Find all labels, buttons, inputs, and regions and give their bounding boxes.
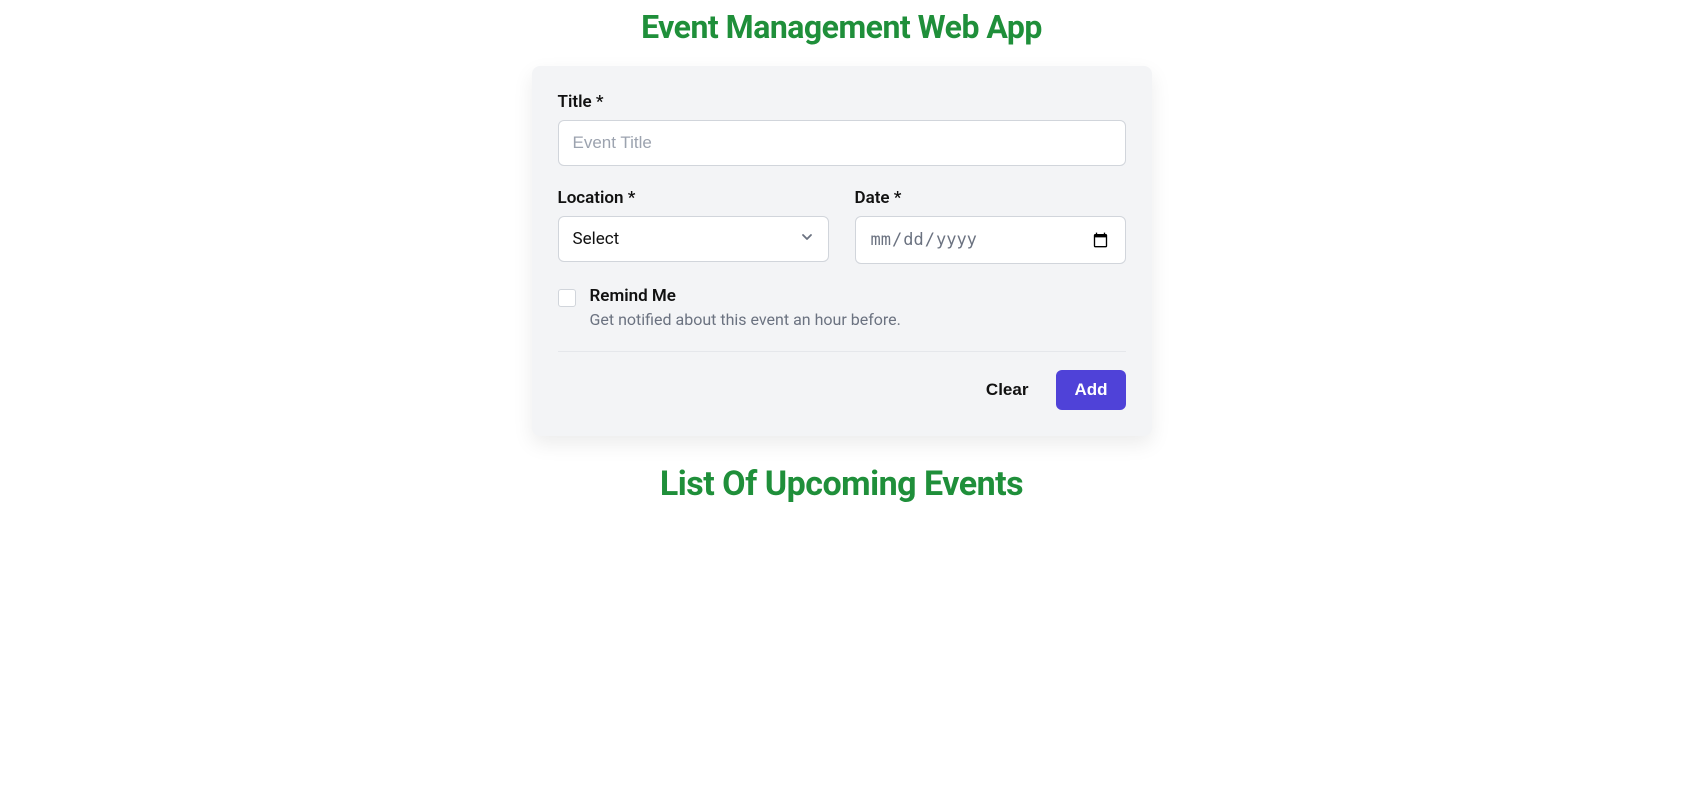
add-button[interactable]: Add [1056,370,1125,410]
date-input[interactable] [855,216,1126,264]
remind-label: Remind Me [590,286,901,306]
location-col: Location * Select [558,188,829,264]
date-label: Date * [855,188,1126,208]
event-form-card: Title * Location * Select Date * Remind … [532,66,1152,436]
location-label: Location * [558,188,829,208]
clear-button[interactable]: Clear [970,370,1045,410]
location-date-row: Location * Select Date * [558,188,1126,264]
location-select[interactable]: Select [558,216,829,262]
location-select-wrapper: Select [558,216,829,262]
title-label: Title * [558,92,1126,112]
form-divider [558,351,1126,352]
date-col: Date * [855,188,1126,264]
title-input[interactable] [558,120,1126,166]
remind-texts: Remind Me Get notified about this event … [590,286,901,329]
page-title: Event Management Web App [0,0,1683,66]
list-title: List Of Upcoming Events [0,464,1683,504]
remind-description: Get notified about this event an hour be… [590,310,901,329]
form-button-row: Clear Add [558,370,1126,410]
remind-section: Remind Me Get notified about this event … [558,286,1126,329]
remind-checkbox[interactable] [558,289,576,307]
